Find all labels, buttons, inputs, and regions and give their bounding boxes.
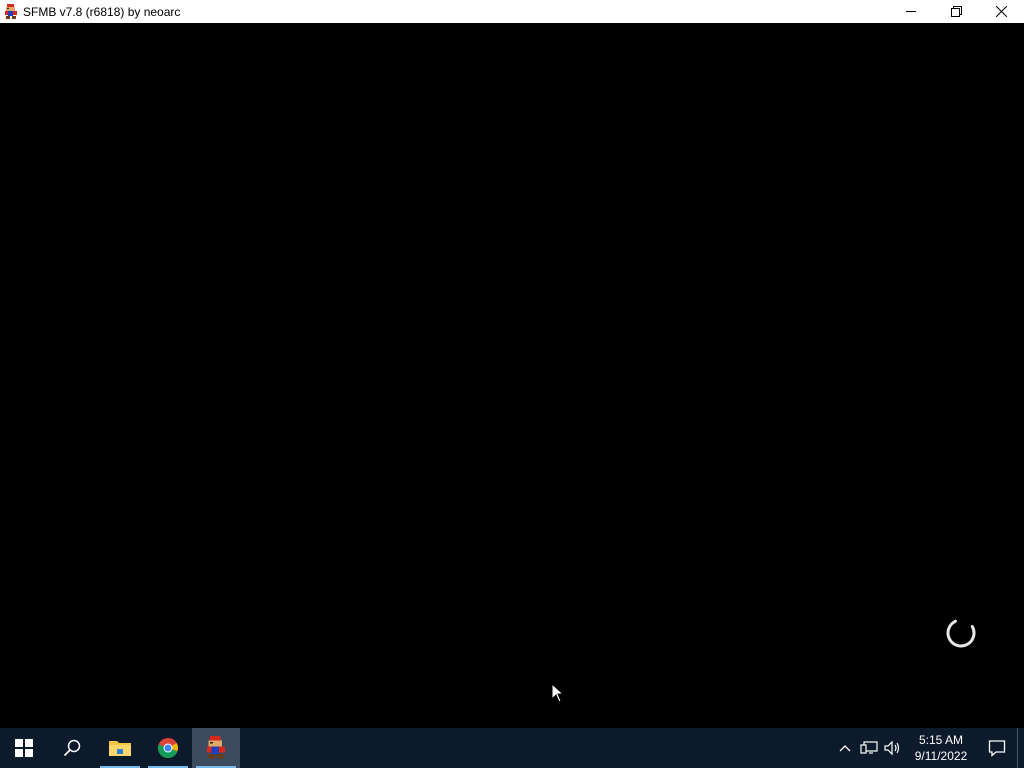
- window-titlebar[interactable]: SFMB v7.8 (r6818) by neoarc: [0, 0, 1024, 23]
- start-button[interactable]: [0, 728, 48, 768]
- search-icon: [63, 739, 81, 757]
- system-tray: 5:15 AM 9/11/2022: [833, 728, 1024, 768]
- window-controls: [889, 0, 1024, 23]
- mario-icon: [3, 3, 19, 21]
- windows-start-icon: [15, 739, 33, 757]
- close-button[interactable]: [979, 0, 1024, 23]
- restore-button[interactable]: [934, 0, 979, 23]
- sfmb-taskbar-button[interactable]: [192, 728, 240, 768]
- show-hidden-icons-button[interactable]: [833, 728, 857, 768]
- notification-icon: [988, 740, 1006, 757]
- minimize-button[interactable]: [889, 0, 934, 23]
- clock-time: 5:15 AM: [918, 733, 964, 747]
- mouse-cursor-icon: [551, 683, 565, 703]
- restore-icon: [951, 6, 962, 17]
- minimize-icon: [906, 11, 916, 12]
- show-desktop-button[interactable]: [1017, 728, 1024, 768]
- loading-spinner-icon: [946, 618, 976, 648]
- network-icon: [860, 741, 878, 754]
- volume-icon: [884, 740, 900, 756]
- search-button[interactable]: [48, 728, 96, 768]
- taskbar-clock[interactable]: 5:15 AM 9/11/2022: [905, 728, 977, 768]
- chevron-up-icon: [839, 745, 851, 752]
- network-button[interactable]: [857, 728, 881, 768]
- close-icon: [996, 6, 1007, 17]
- chrome-button[interactable]: [144, 728, 192, 768]
- game-canvas[interactable]: [0, 23, 1024, 728]
- file-explorer-icon: [109, 741, 131, 756]
- taskbar: 5:15 AM 9/11/2022: [0, 728, 1024, 768]
- action-center-button[interactable]: [977, 728, 1017, 768]
- window-title: SFMB v7.8 (r6818) by neoarc: [23, 4, 181, 19]
- sfmb-app-icon: [207, 736, 225, 759]
- volume-button[interactable]: [881, 728, 905, 768]
- file-explorer-button[interactable]: [96, 728, 144, 768]
- clock-date: 9/11/2022: [914, 749, 968, 763]
- chrome-icon: [157, 738, 178, 759]
